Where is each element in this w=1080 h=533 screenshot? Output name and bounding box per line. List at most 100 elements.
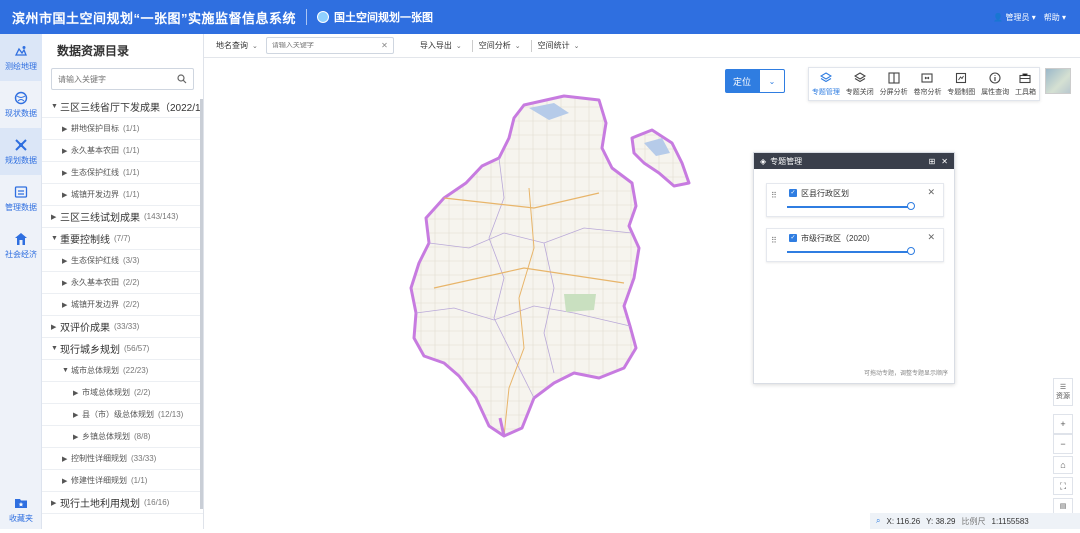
user-icon: 👤 xyxy=(993,12,1004,22)
place-query-dropdown[interactable]: 地名查询 ⌄ xyxy=(216,40,258,51)
opacity-slider-handle[interactable] xyxy=(907,247,915,255)
tree-row[interactable]: ▶ 三区三线试划成果 (143/143) xyxy=(42,206,203,228)
caret-down-icon[interactable]: ▼ xyxy=(51,103,58,110)
remove-layer-icon[interactable]: ✕ xyxy=(927,187,935,198)
caret-right-icon[interactable]: ▶ xyxy=(51,499,57,507)
tree-search-box[interactable] xyxy=(51,68,194,90)
theme-manage-panel: ◈ 专题管理 ⊞ ✕ ⠿ ✓ 区县行政区划 ✕ ⠿ ✓ 市级行政区（2020） … xyxy=(753,152,955,384)
rail-label: 规划数据 xyxy=(5,155,37,165)
tree-row[interactable]: ▶ 城镇开发边界 (1/1) xyxy=(42,184,203,206)
tree-row[interactable]: ▶ 现行土地利用规划 (16/16) xyxy=(42,492,203,514)
tool-theme-manage[interactable]: 专题管理 xyxy=(812,71,840,97)
tree-row[interactable]: ▶ 县（市）级总体规划 (12/13) xyxy=(42,404,203,426)
tool-attribute-query[interactable]: 属性查询 xyxy=(981,71,1009,97)
rail-item-economy[interactable]: 社会经济 xyxy=(0,222,42,269)
caret-right-icon[interactable]: ▶ xyxy=(73,433,79,441)
tool-label: 分屏分析 xyxy=(879,88,908,96)
opacity-slider[interactable] xyxy=(787,206,911,208)
locate-button[interactable]: 定位 xyxy=(725,69,759,93)
caret-right-icon[interactable]: ▶ xyxy=(62,257,68,265)
rail-item-survey[interactable]: 测绘地理 xyxy=(0,34,42,81)
tree-list: ▼ 三区三线省厅下发成果（2022/11 ▶ 耕地保护目标 (1/1) ▶ 永久基本农田 (1… xyxy=(42,96,203,514)
caret-down-icon[interactable]: ▼ xyxy=(62,367,69,374)
spatial-stats-dropdown[interactable]: 空间统计 ⌄ xyxy=(538,40,580,51)
clear-icon[interactable]: ✕ xyxy=(381,41,388,50)
drag-handle-icon[interactable]: ⠿ xyxy=(771,237,778,245)
caret-right-icon[interactable]: ▶ xyxy=(73,389,79,397)
remove-layer-icon[interactable]: ✕ xyxy=(927,232,935,243)
close-icon[interactable]: ✕ xyxy=(941,157,948,166)
zoom-in-button[interactable]: + xyxy=(1053,414,1073,434)
basemap-switcher[interactable] xyxy=(1045,68,1071,94)
tool-theme-close[interactable]: 专题关闭 xyxy=(846,71,874,97)
resource-button[interactable]: ☰ 资源 xyxy=(1053,378,1073,406)
caret-right-icon[interactable]: ▶ xyxy=(62,301,68,309)
opacity-slider[interactable] xyxy=(787,251,911,253)
island-region-boundary[interactable] xyxy=(630,128,691,188)
spatial-analysis-dropdown[interactable]: 空间分析 ⌄ xyxy=(479,40,521,51)
caret-right-icon[interactable]: ▶ xyxy=(62,169,68,177)
home-extent-button[interactable]: ⌂ xyxy=(1053,456,1073,474)
caret-right-icon[interactable]: ▶ xyxy=(62,125,68,133)
locate-dropdown[interactable]: ⌄ xyxy=(759,69,785,93)
tool-map-print[interactable]: 专题制图 xyxy=(947,72,975,97)
tree-row[interactable]: ▶ 市域总体规划 (2/2) xyxy=(42,382,203,404)
resource-label: 资源 xyxy=(1056,393,1070,400)
chevron-down-icon: ⌄ xyxy=(514,42,521,50)
caret-right-icon[interactable]: ▶ xyxy=(62,147,68,155)
tool-split-screen[interactable]: 分屏分析 xyxy=(879,71,908,97)
fullscreen-button[interactable]: ⛶ xyxy=(1053,477,1073,495)
caret-right-icon[interactable]: ▶ xyxy=(62,477,68,485)
layer-checkbox[interactable]: ✓ xyxy=(789,234,797,242)
spatial-stats-label: 空间统计 xyxy=(537,41,570,50)
place-search-box[interactable]: ✕ xyxy=(265,37,394,54)
search-icon[interactable] xyxy=(177,74,187,84)
tree-row[interactable]: ▶ 生态保护红线 (3/3) xyxy=(42,250,203,272)
import-export-dropdown[interactable]: 导入导出 ⌄ xyxy=(420,40,462,51)
tree-row[interactable]: ▶ 乡镇总体规划 (8/8) xyxy=(42,426,203,448)
tree-row[interactable]: ▶ 修建性详细规划 (1/1) xyxy=(42,470,203,492)
caret-down-icon[interactable]: ▼ xyxy=(51,345,58,352)
tree-row[interactable]: ▶ 生态保护红线 (1/1) xyxy=(42,162,203,184)
tree-row[interactable]: ▶ 永久基本农田 (1/1) xyxy=(42,140,203,162)
caret-down-icon[interactable]: ▼ xyxy=(51,235,58,242)
rail-item-favorites[interactable]: 收藏夹 xyxy=(0,486,42,533)
opacity-slider-handle[interactable] xyxy=(907,202,915,210)
tree-scrollbar[interactable] xyxy=(200,99,203,509)
tree-row-label: 三区三线试划成果 xyxy=(60,213,140,224)
main-region-boundary[interactable] xyxy=(409,94,641,438)
rail-item-plan[interactable]: 规划数据 xyxy=(0,128,42,175)
zoom-out-button[interactable]: − xyxy=(1053,434,1073,454)
tree-row[interactable]: ▼ 现行城乡规划 (56/57) xyxy=(42,338,203,360)
user-menu[interactable]: 👤 管理员 ▾ xyxy=(993,12,1035,23)
help-menu[interactable]: 帮助 ▾ xyxy=(1044,12,1066,23)
subsystem-switch[interactable]: 国土空间规划一张图 xyxy=(317,9,433,25)
tool-swipe[interactable]: 卷帘分析 xyxy=(913,72,941,97)
tree-row[interactable]: ▼ 重要控制线 (7/7) xyxy=(42,228,203,250)
drag-handle-icon[interactable]: ⠿ xyxy=(771,192,778,200)
theme-layer-card[interactable]: ⠿ ✓ 市级行政区（2020） ✕ xyxy=(766,228,944,262)
tree-row[interactable]: ▶ 耕地保护目标 (1/1) xyxy=(42,118,203,140)
caret-right-icon[interactable]: ▶ xyxy=(62,455,68,463)
print-button[interactable]: ▤ xyxy=(1053,498,1073,514)
tree-row-label: 城市总体规划 xyxy=(71,366,119,375)
tree-row[interactable]: ▶ 永久基本农田 (2/2) xyxy=(42,272,203,294)
rail-item-current[interactable]: 现状数据 xyxy=(0,81,42,128)
caret-right-icon[interactable]: ▶ xyxy=(73,411,79,419)
tree-row[interactable]: ▼ 城市总体规划 (22/23) xyxy=(42,360,203,382)
layer-checkbox[interactable]: ✓ xyxy=(789,189,797,197)
maximize-icon[interactable]: ⊞ xyxy=(929,157,936,166)
tool-toolbox[interactable]: 工具箱 xyxy=(1015,72,1036,97)
place-search-input[interactable] xyxy=(271,42,382,49)
caret-right-icon[interactable]: ▶ xyxy=(51,213,57,221)
theme-layer-card[interactable]: ⠿ ✓ 区县行政区划 ✕ xyxy=(766,183,944,217)
tree-row[interactable]: ▶ 双评价成果 (33/33) xyxy=(42,316,203,338)
tree-row[interactable]: ▶ 控制性详细规划 (33/33) xyxy=(42,448,203,470)
rail-item-manage[interactable]: 管理数据 xyxy=(0,175,42,222)
caret-right-icon[interactable]: ▶ xyxy=(62,191,68,199)
caret-right-icon[interactable]: ▶ xyxy=(51,323,57,331)
tree-search-input[interactable] xyxy=(58,74,177,84)
caret-right-icon[interactable]: ▶ xyxy=(62,279,68,287)
tree-row[interactable]: ▶ 城镇开发边界 (2/2) xyxy=(42,294,203,316)
tree-row[interactable]: ▼ 三区三线省厅下发成果（2022/11 xyxy=(42,96,203,118)
